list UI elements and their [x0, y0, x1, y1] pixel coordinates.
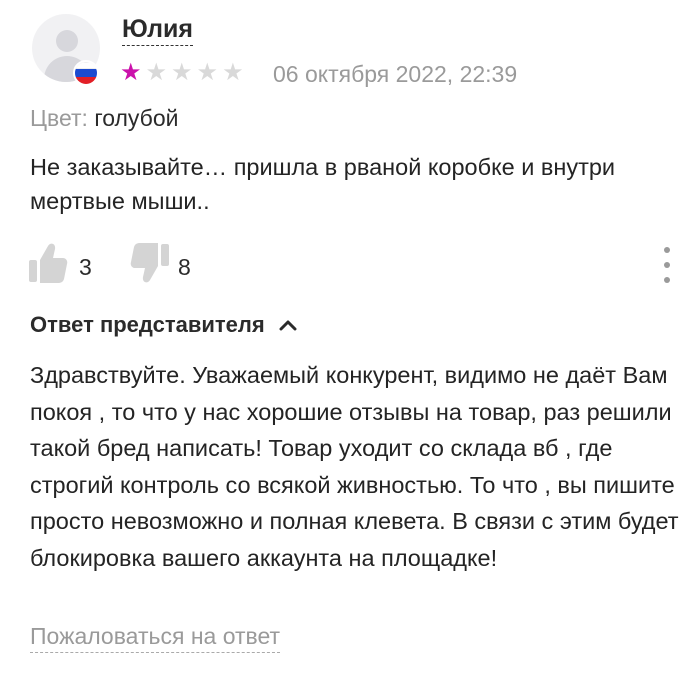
more-options-icon[interactable] — [662, 247, 672, 289]
vote-bar: 3 8 — [28, 240, 668, 290]
likes-count: 3 — [79, 254, 92, 280]
star-empty-icon: ★ — [222, 59, 244, 86]
review-text: Не заказывайте… пришла в рваной коробке … — [30, 154, 616, 214]
color-label: Цвет: — [30, 105, 88, 131]
report-reply-link[interactable]: Пожаловаться на ответ — [30, 622, 281, 653]
avatar-head-shape — [56, 30, 78, 52]
star-empty-icon: ★ — [145, 59, 168, 86]
star-empty-icon: ★ — [171, 59, 193, 86]
dislikes-count: 8 — [178, 254, 191, 280]
reply-title: Ответ представителя — [30, 312, 265, 337]
author-name[interactable]: Юлия — [122, 16, 193, 46]
rating-stars: ★ ★ ★ ★ ★ — [120, 60, 244, 86]
reply-toggle[interactable]: Ответ представителя — [30, 311, 297, 339]
reply-text: Здравствуйте. Уважаемый конкурент, видим… — [30, 362, 679, 571]
product-color: Цвет: голубой — [30, 104, 179, 132]
color-value: голубой — [94, 105, 179, 131]
russia-flag-icon — [73, 60, 99, 86]
star-filled-icon: ★ — [120, 59, 142, 86]
thumbs-down-icon[interactable] — [130, 240, 170, 286]
review-date: 06 октября 2022, 22:39 — [273, 61, 518, 87]
thumbs-up-icon[interactable] — [28, 240, 68, 286]
chevron-up-icon — [279, 320, 297, 331]
star-empty-icon: ★ — [196, 59, 219, 86]
